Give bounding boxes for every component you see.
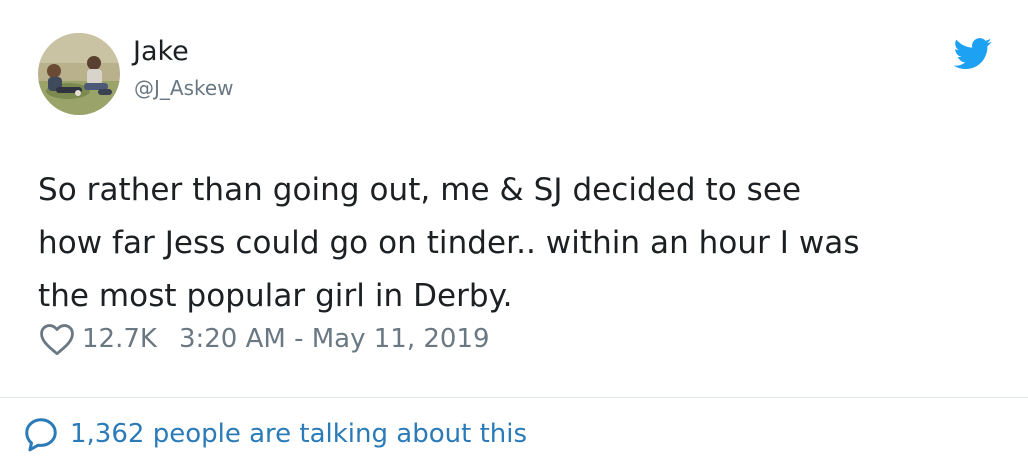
twitter-bird-icon[interactable] xyxy=(953,38,993,70)
speech-bubble-icon xyxy=(22,415,60,453)
avatar[interactable] xyxy=(38,33,120,115)
tweet-timestamp[interactable]: 3:20 AM - May 11, 2019 xyxy=(179,324,490,354)
talking-about-text: 1,362 people are talking about this xyxy=(70,419,528,449)
avatar-photo xyxy=(38,33,120,115)
talking-about-link[interactable]: 1,362 people are talking about this xyxy=(22,413,527,455)
divider xyxy=(0,397,1028,398)
author-handle[interactable]: @J_Askew xyxy=(134,75,234,101)
author-name[interactable]: Jake xyxy=(133,36,189,68)
heart-icon[interactable] xyxy=(38,322,76,356)
likes-count[interactable]: 12.7K xyxy=(82,324,157,354)
tweet-card: Jake @J_Askew So rather than going out, … xyxy=(0,0,1028,468)
tweet-meta: 12.7K 3:20 AM - May 11, 2019 xyxy=(38,320,490,358)
tweet-text: So rather than going out, me & SJ decide… xyxy=(38,172,860,314)
